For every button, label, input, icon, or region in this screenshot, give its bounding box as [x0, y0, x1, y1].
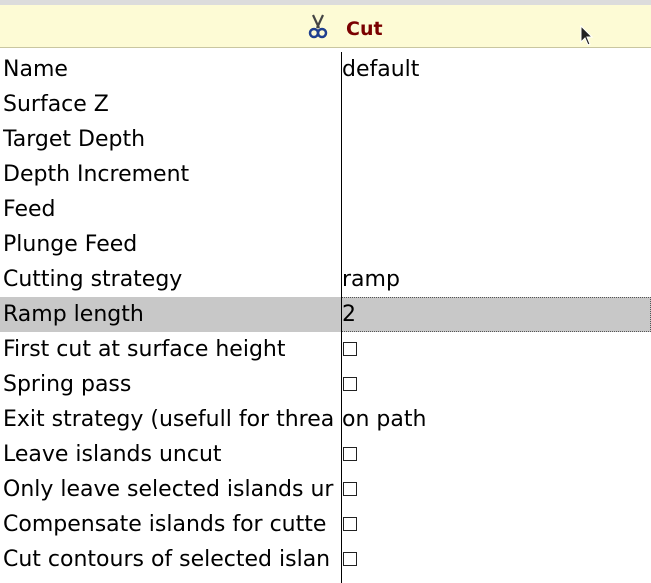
property-row[interactable]: Target Depth: [0, 122, 651, 157]
property-label: Depth Increment: [3, 162, 190, 187]
property-row[interactable]: Surface Z: [0, 87, 651, 122]
property-label: Leave islands uncut: [3, 442, 222, 467]
property-row[interactable]: Cutting strategy ramp: [0, 262, 651, 297]
property-label: Name: [3, 57, 68, 82]
property-checkbox-cell[interactable]: [342, 367, 651, 402]
property-checkbox-cell[interactable]: [342, 437, 651, 472]
property-label: Cutting strategy: [3, 267, 183, 292]
property-label: Spring pass: [3, 372, 132, 397]
checkbox[interactable]: [343, 446, 357, 461]
column-divider[interactable]: [341, 52, 342, 583]
property-label: Ramp length: [3, 302, 144, 327]
property-row[interactable]: Exit strategy (usefull for threa on path: [0, 402, 651, 437]
panel-title: Cut: [346, 18, 383, 40]
property-value[interactable]: [342, 192, 651, 227]
checkbox[interactable]: [343, 376, 357, 391]
panel-header: Cut: [0, 0, 651, 48]
property-label: Plunge Feed: [3, 232, 138, 257]
mouse-cursor-icon: [580, 25, 594, 46]
property-label: Exit strategy (usefull for threa: [3, 407, 335, 432]
property-label: Compensate islands for cutte: [3, 512, 327, 537]
checkbox[interactable]: [343, 481, 357, 496]
checkbox[interactable]: [343, 341, 357, 356]
property-row[interactable]: Only leave selected islands ur: [0, 472, 651, 507]
property-value[interactable]: default: [342, 52, 651, 87]
property-value[interactable]: on path: [342, 402, 651, 437]
property-value[interactable]: [342, 87, 651, 122]
property-row[interactable]: Depth Increment: [0, 157, 651, 192]
property-checkbox-cell[interactable]: [342, 507, 651, 542]
property-label: Only leave selected islands ur: [3, 477, 334, 502]
property-label: Feed: [3, 197, 56, 222]
property-row[interactable]: Ramp length 2: [0, 297, 651, 332]
property-value[interactable]: ramp: [342, 262, 651, 297]
property-row[interactable]: Spring pass: [0, 367, 651, 402]
property-label: Cut contours of selected islan: [3, 547, 331, 572]
property-label: Surface Z: [3, 92, 109, 117]
property-checkbox-cell[interactable]: [342, 332, 651, 367]
property-row[interactable]: Name default: [0, 52, 651, 87]
property-row[interactable]: Feed: [0, 192, 651, 227]
property-value[interactable]: [342, 122, 651, 157]
property-row[interactable]: First cut at surface height: [0, 332, 651, 367]
property-row[interactable]: Compensate islands for cutte: [0, 507, 651, 542]
scissors-icon: [308, 14, 328, 39]
property-row[interactable]: Leave islands uncut: [0, 437, 651, 472]
property-row[interactable]: Cut contours of selected islan: [0, 542, 651, 577]
property-checkbox-cell[interactable]: [342, 472, 651, 507]
property-value[interactable]: [342, 227, 651, 262]
property-value[interactable]: [342, 157, 651, 192]
property-label: Target Depth: [3, 127, 146, 152]
property-value[interactable]: 2: [341, 297, 651, 332]
property-grid: Name default Surface Z Target Depth Depth In…: [0, 52, 651, 577]
checkbox[interactable]: [343, 551, 357, 566]
checkbox[interactable]: [343, 516, 357, 531]
property-checkbox-cell[interactable]: [342, 542, 651, 577]
property-label: First cut at surface height: [3, 337, 286, 362]
property-row[interactable]: Plunge Feed: [0, 227, 651, 262]
